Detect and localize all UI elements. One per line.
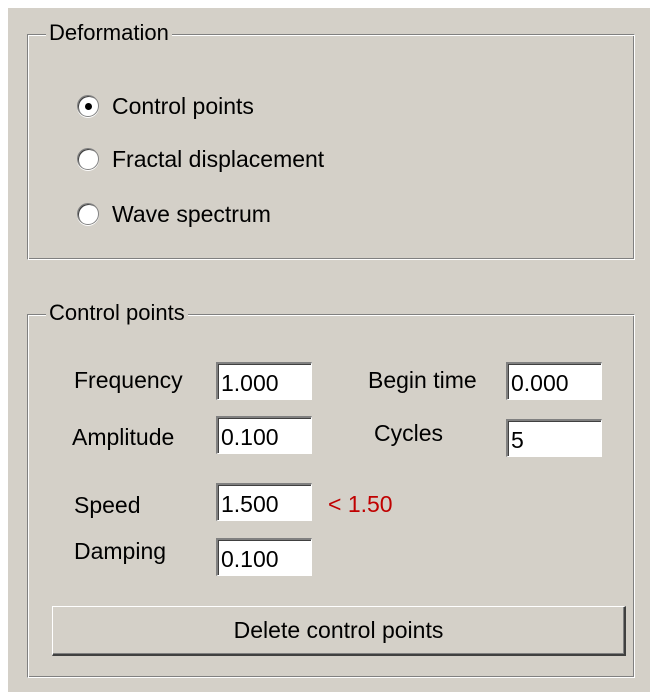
frequency-input[interactable]	[216, 362, 312, 400]
amplitude-input[interactable]	[216, 416, 312, 454]
radio-control-points-label[interactable]: Control points	[112, 93, 254, 119]
radio-wave-spectrum-label[interactable]: Wave spectrum	[112, 201, 271, 227]
deformation-groupbox-title: Deformation	[46, 20, 172, 46]
radio-wave-spectrum[interactable]: Wave spectrum	[77, 199, 271, 229]
speed-limit-hint: < 1.50	[328, 491, 393, 517]
cycles-input[interactable]	[506, 419, 602, 457]
damping-label: Damping	[74, 538, 167, 564]
radio-control-points[interactable]: Control points	[77, 91, 254, 121]
amplitude-label: Amplitude	[72, 424, 175, 450]
radio-fractal-displacement-circle[interactable]	[77, 148, 99, 170]
speed-input[interactable]	[216, 483, 312, 521]
begin-time-label: Begin time	[368, 367, 477, 393]
begin-time-input[interactable]	[506, 362, 602, 400]
control-points-groupbox-title: Control points	[46, 300, 188, 326]
radio-fractal-displacement-label[interactable]: Fractal displacement	[112, 146, 324, 172]
speed-label: Speed	[74, 492, 141, 518]
cycles-label: Cycles	[374, 420, 444, 446]
radio-wave-spectrum-circle[interactable]	[77, 203, 99, 225]
radio-control-points-circle[interactable]	[77, 95, 99, 117]
frequency-label: Frequency	[74, 367, 183, 393]
radio-fractal-displacement[interactable]: Fractal displacement	[77, 144, 324, 174]
damping-input[interactable]	[216, 538, 312, 576]
delete-control-points-button[interactable]: Delete control points	[52, 606, 626, 656]
